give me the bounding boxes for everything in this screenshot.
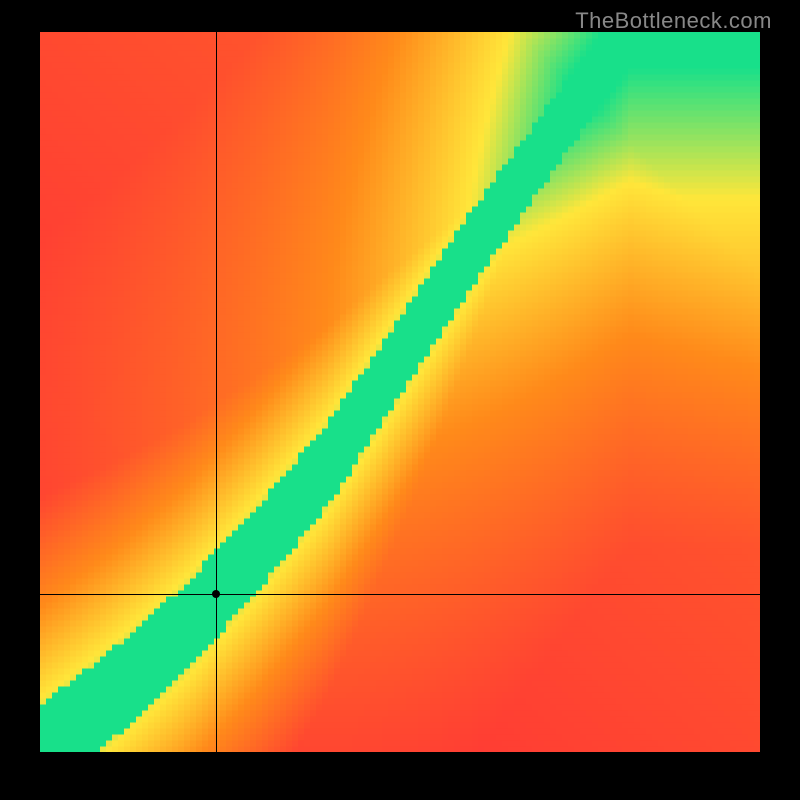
plot-area: [40, 32, 760, 752]
watermark-text: TheBottleneck.com: [575, 8, 772, 34]
heatmap-canvas: [40, 32, 760, 752]
